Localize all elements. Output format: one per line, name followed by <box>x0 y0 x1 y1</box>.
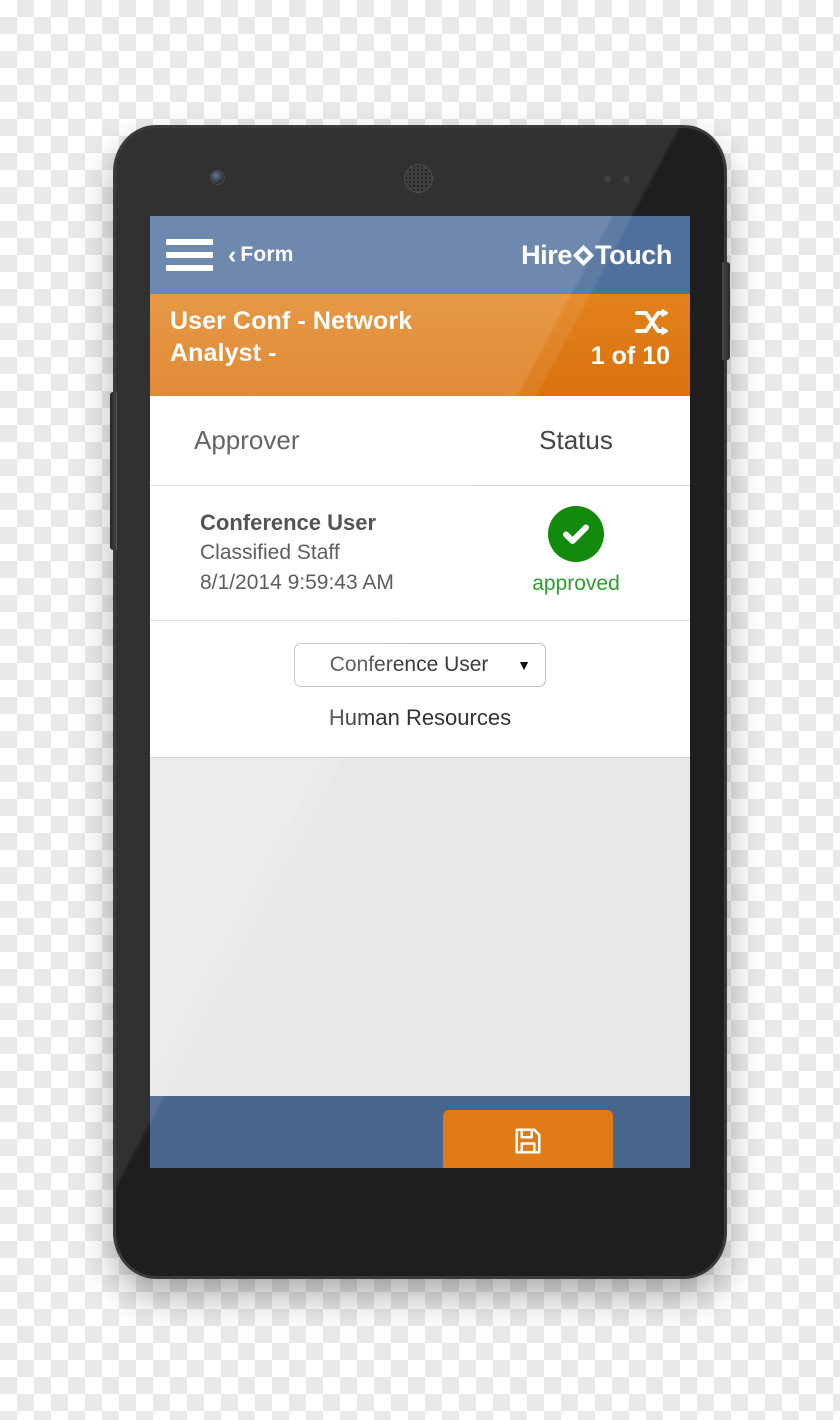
assignee-select[interactable]: Conference User ▼ <box>294 642 546 687</box>
record-navigation: 1 of 10 <box>591 306 670 371</box>
column-header-status: Status <box>539 425 613 455</box>
record-title-bar: User Conf - Network Analyst - 1 of 10 <box>150 294 690 396</box>
approver-timestamp: 8/1/2014 9:59:43 AM <box>200 571 394 595</box>
check-circle-icon <box>548 506 604 562</box>
back-link-label: Form <box>240 243 294 266</box>
proximity-sensor <box>604 176 611 183</box>
assignee-select-value: Conference User <box>329 652 489 676</box>
save-button[interactable] <box>443 1109 613 1168</box>
table-row[interactable]: Conference User Classified Staff 8/1/201… <box>150 486 690 621</box>
brand-name-first: Hire <box>521 239 573 270</box>
brand-diamond-icon <box>572 244 595 266</box>
empty-content-area <box>150 757 690 1096</box>
assignment-section: Conference User ▼ Human Resources <box>150 620 690 758</box>
column-header-approver: Approver <box>194 425 300 455</box>
hamburger-menu-icon[interactable] <box>166 235 214 275</box>
phone-screen: ‹ Form Hire Touch User Conf - Network An… <box>150 216 690 1168</box>
bottom-action-bar <box>150 1095 690 1168</box>
status-cell: approved <box>486 506 666 596</box>
record-counter: 1 of 10 <box>590 342 670 370</box>
back-to-form-link[interactable]: ‹ Form <box>228 240 294 269</box>
hiretouch-logo: Hire Touch <box>521 240 672 271</box>
approver-role: Classified Staff <box>200 541 340 565</box>
app-header-bar: ‹ Form Hire Touch <box>150 216 690 294</box>
light-sensor <box>623 176 630 183</box>
screenshot-canvas: ‹ Form Hire Touch User Conf - Network An… <box>0 0 840 1420</box>
approval-table: Approver Status Conference User Classifi… <box>150 396 690 621</box>
volume-rocker[interactable] <box>110 392 117 550</box>
page-title: User Conf - Network Analyst - <box>170 307 413 367</box>
status-badge: approved <box>532 572 620 595</box>
brand-name-second: Touch <box>595 239 672 270</box>
power-button[interactable] <box>722 262 730 360</box>
chevron-left-icon: ‹ <box>228 240 237 269</box>
table-header-row: Approver Status <box>150 396 690 486</box>
earpiece-speaker <box>404 164 433 193</box>
shuffle-icon[interactable] <box>634 307 670 337</box>
checkmark-glyph <box>563 524 589 544</box>
department-label: Human Resources <box>328 704 512 730</box>
approver-name: Conference User <box>200 510 377 535</box>
save-floppy-icon <box>515 1128 541 1154</box>
chevron-down-icon: ▼ <box>517 656 531 673</box>
front-camera <box>211 171 224 184</box>
approver-cell: Conference User Classified Staff 8/1/201… <box>174 506 486 598</box>
